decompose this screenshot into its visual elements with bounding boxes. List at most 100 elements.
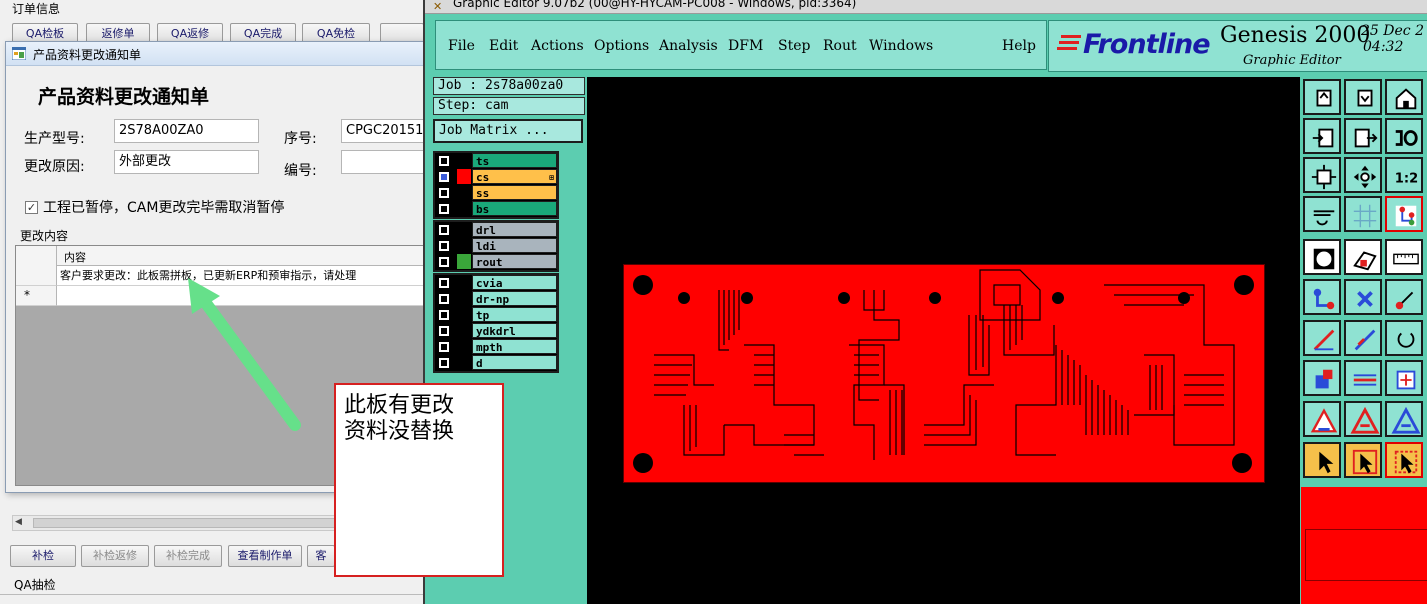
layer-row-rout[interactable]: rout	[435, 254, 557, 270]
dialog-titlebar[interactable]: 产品资料更改通知单	[6, 42, 429, 66]
layer-row-ydkdrl[interactable]: ydkdrl	[435, 323, 557, 339]
layer-checkbox[interactable]	[439, 225, 449, 235]
zoom-in-box-button[interactable]	[1303, 118, 1341, 154]
layer-checkbox[interactable]	[439, 358, 449, 368]
graphic-canvas[interactable]	[587, 77, 1300, 604]
measure-button[interactable]	[1303, 196, 1341, 232]
layer-checkbox[interactable]	[439, 326, 449, 336]
layer-name[interactable]: ydkdrl	[472, 323, 557, 338]
menu-windows[interactable]: Windows	[869, 38, 933, 54]
layer-row-bs[interactable]: bs	[435, 201, 557, 217]
layer-row-tp[interactable]: tp	[435, 307, 557, 323]
layer-checkbox[interactable]	[439, 241, 449, 251]
recheck-button[interactable]: 补检	[10, 545, 76, 567]
split-button[interactable]	[1344, 360, 1382, 396]
resize-button[interactable]	[1385, 360, 1423, 396]
layer-checkbox[interactable]	[439, 156, 449, 166]
layer-name[interactable]: ss	[472, 185, 557, 200]
layer-name[interactable]: rout	[472, 254, 557, 269]
layer-name[interactable]: cs ⊞	[472, 169, 557, 184]
menu-edit[interactable]: Edit	[489, 38, 518, 54]
connect-nodes-button[interactable]	[1303, 279, 1341, 315]
reason-input[interactable]: 外部更改	[114, 150, 259, 174]
pointer-lasso-button[interactable]	[1385, 442, 1423, 478]
project-paused-checkbox[interactable]: ✓	[25, 201, 38, 214]
job-matrix-button[interactable]: Job Matrix ...	[433, 119, 583, 143]
serial-input[interactable]: CPGC2015122	[341, 119, 431, 143]
layer-name[interactable]: tp	[472, 307, 557, 322]
layer-checkbox[interactable]	[439, 342, 449, 352]
layer-color-swatch[interactable]	[457, 153, 471, 168]
content-column-header[interactable]: 内容	[64, 249, 86, 265]
menu-actions[interactable]: Actions	[531, 38, 584, 54]
add-node-button[interactable]	[1385, 279, 1423, 315]
layer-name[interactable]: ts	[472, 153, 557, 168]
genesis-titlebar[interactable]: ✕ Graphic Editor 9.07b2 (00@HY-HYCAM-PC0…	[425, 0, 1427, 14]
layer-name[interactable]: d	[472, 355, 557, 370]
model-input[interactable]: 2S78A00ZA0	[114, 119, 259, 143]
layer-color-swatch[interactable]	[457, 201, 471, 216]
layer-name[interactable]: bs	[472, 201, 557, 216]
layer-row-d[interactable]: d	[435, 355, 557, 371]
layer-color-swatch[interactable]	[457, 275, 471, 290]
layer-name[interactable]: cvia	[472, 275, 557, 290]
layer-checkbox[interactable]	[439, 278, 449, 288]
customer-button[interactable]: 客	[307, 545, 335, 567]
shape-edit-button[interactable]	[1344, 239, 1382, 275]
layer-row-drl[interactable]: drl	[435, 222, 557, 238]
layer-name[interactable]: ldi	[472, 238, 557, 253]
menu-dfm[interactable]: DFM	[728, 38, 763, 54]
line-edit-button[interactable]	[1344, 320, 1382, 356]
layer-color-swatch[interactable]	[457, 323, 471, 338]
copy-move-button[interactable]	[1303, 360, 1341, 396]
menu-help[interactable]: Help	[1002, 38, 1036, 54]
close-cross-button[interactable]	[1344, 279, 1382, 315]
code-input[interactable]	[341, 150, 431, 174]
center-move-button[interactable]	[1344, 157, 1382, 193]
layer-color-swatch[interactable]	[457, 355, 471, 370]
menu-file[interactable]: File	[448, 38, 475, 54]
layer-checkbox[interactable]	[439, 310, 449, 320]
fit-screen-button[interactable]	[1303, 157, 1341, 193]
line-add-button[interactable]	[1303, 320, 1341, 356]
arc-button[interactable]	[1385, 320, 1423, 356]
zoom-out-box-button[interactable]	[1344, 118, 1382, 154]
layer-color-swatch[interactable]	[457, 185, 471, 200]
view-order-button[interactable]: 查看制作单	[228, 545, 302, 567]
ruler-button[interactable]	[1385, 239, 1423, 275]
layer-name[interactable]: dr-np	[472, 291, 557, 306]
scale-1-2-button[interactable]: 1:2	[1385, 157, 1423, 193]
layer-row-cvia[interactable]: cvia	[435, 275, 557, 291]
row-header[interactable]	[16, 266, 57, 286]
layer-checkbox[interactable]	[439, 257, 449, 267]
pointer-button[interactable]	[1303, 442, 1341, 478]
layer-row-ts[interactable]: ts	[435, 153, 557, 169]
layer-checkbox[interactable]	[439, 294, 449, 304]
zoom-pan-button[interactable]	[1385, 118, 1423, 154]
pad-button[interactable]	[1303, 239, 1341, 275]
menu-analysis[interactable]: Analysis	[659, 38, 718, 54]
menu-rout[interactable]: Rout	[823, 38, 857, 54]
layer-row-dr-np[interactable]: dr-np	[435, 291, 557, 307]
recheck-complete-button[interactable]: 补检完成	[154, 545, 222, 567]
layer-name[interactable]: drl	[472, 222, 557, 237]
home-up-button[interactable]	[1303, 79, 1341, 115]
grid-button[interactable]	[1344, 196, 1382, 232]
layer-color-swatch[interactable]	[457, 291, 471, 306]
layer-name[interactable]: mpth	[472, 339, 557, 354]
triangle-a-button[interactable]	[1344, 401, 1382, 437]
layer-row-cs[interactable]: cs ⊞	[435, 169, 557, 185]
triangle-up-button[interactable]	[1303, 401, 1341, 437]
layer-select-button[interactable]	[1385, 196, 1423, 232]
layer-color-swatch[interactable]	[457, 222, 471, 237]
layer-row-ldi[interactable]: ldi	[435, 238, 557, 254]
scroll-left-icon[interactable]: ◀	[15, 517, 22, 527]
home-down-button[interactable]	[1344, 79, 1382, 115]
recheck-rework-button[interactable]: 补检返修	[81, 545, 149, 567]
layer-color-swatch[interactable]	[457, 254, 471, 269]
layer-checkbox[interactable]	[439, 204, 449, 214]
new-row-marker[interactable]: *	[16, 286, 57, 306]
layer-checkbox[interactable]	[439, 172, 449, 182]
layer-row-ss[interactable]: ss	[435, 185, 557, 201]
home-button[interactable]	[1385, 79, 1423, 115]
